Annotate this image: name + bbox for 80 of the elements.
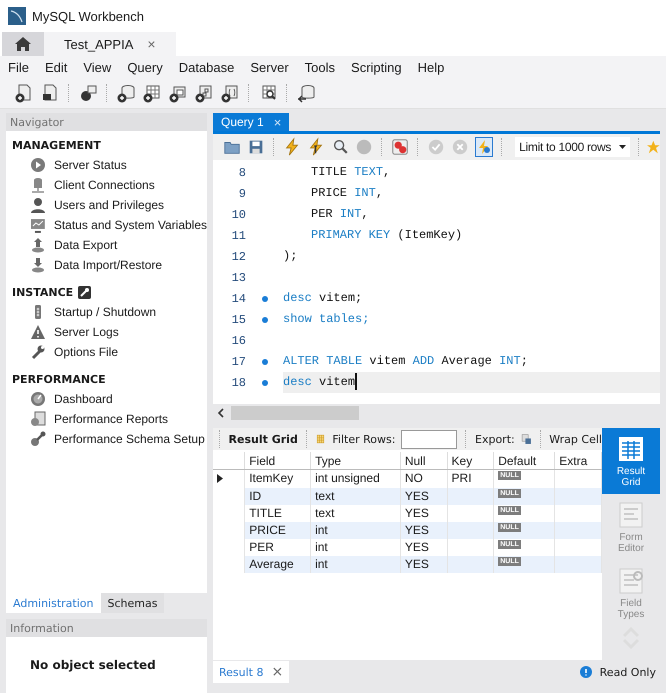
navigator-item[interactable]: Data Import/Restore xyxy=(12,255,207,275)
sidebar-tab[interactable]: Schemas xyxy=(100,593,164,613)
line-number: 8 xyxy=(238,166,246,180)
line-number: 12 xyxy=(230,250,246,264)
menu-item[interactable]: Tools xyxy=(304,60,336,74)
line-number: 18 xyxy=(230,376,246,390)
line-number: 17 xyxy=(230,354,246,368)
result-tab[interactable]: Result 8 × xyxy=(213,661,290,683)
code-line: TITLE TEXT, xyxy=(311,164,392,181)
menu-item[interactable]: File xyxy=(8,60,29,74)
table-cell: int unsigned xyxy=(315,471,380,485)
table-cell: Average xyxy=(249,557,294,571)
line-number: 16 xyxy=(230,334,246,348)
table-cell: PRI xyxy=(452,471,472,485)
menu-item[interactable]: Database xyxy=(178,60,234,74)
result-view-button[interactable]: Result Grid xyxy=(602,428,660,494)
table-cell: YES xyxy=(404,540,429,554)
table-cell: PRICE xyxy=(249,523,286,537)
navigator-item[interactable]: Dashboard xyxy=(12,389,207,409)
navigator-item[interactable]: Data Export xyxy=(12,235,207,255)
code-line: PER INT, xyxy=(311,206,370,223)
window-title: MySQL Workbench xyxy=(32,8,144,24)
code-line: PRICE INT, xyxy=(311,185,384,202)
section-title: MANAGEMENT xyxy=(12,138,101,152)
navigator-item[interactable]: Server Logs xyxy=(12,322,207,342)
navigator-item[interactable]: Client Connections xyxy=(12,175,207,195)
line-number: 15 xyxy=(230,312,246,326)
table-cell: YES xyxy=(404,489,429,503)
menu-item[interactable]: Query xyxy=(127,60,163,74)
table-cell: ItemKey xyxy=(249,471,294,485)
line-number: 13 xyxy=(230,270,246,284)
result-grid-label[interactable]: Result Grid xyxy=(228,432,298,446)
close-icon[interactable]: × xyxy=(271,664,284,680)
table-cell: PER xyxy=(249,540,274,554)
menu-item[interactable]: Edit xyxy=(44,60,68,74)
sidebar-tab[interactable]: Administration xyxy=(6,593,100,613)
section-title: PERFORMANCE xyxy=(12,372,106,386)
line-number: 9 xyxy=(238,186,246,200)
information-header: Information xyxy=(6,619,207,637)
close-icon[interactable]: × xyxy=(147,36,156,52)
navigator-header: Navigator xyxy=(6,113,207,131)
table-cell: text xyxy=(315,489,334,503)
code-line: show tables; xyxy=(283,311,370,328)
export-label: Export: xyxy=(475,432,515,446)
table-cell: int xyxy=(315,523,328,537)
table-cell: int xyxy=(315,557,328,571)
line-number: 11 xyxy=(230,228,246,242)
table-cell: text xyxy=(315,506,334,520)
menu-item[interactable]: View xyxy=(83,60,112,74)
code-line: ALTER TABLE vitem ADD Average INT; xyxy=(283,353,529,370)
line-number: 10 xyxy=(230,208,246,222)
limit-dropdown[interactable]: Limit to 1000 rows xyxy=(515,137,630,157)
menu-item[interactable]: Server xyxy=(250,60,289,74)
navigator-item[interactable]: Startup / Shutdown xyxy=(12,302,207,322)
connection-tab[interactable]: Test_APPIA × xyxy=(44,32,176,56)
query-tab[interactable]: Query 1 × xyxy=(213,113,290,131)
navigator-item[interactable]: Server Status xyxy=(12,155,207,175)
menu-item[interactable]: Scripting xyxy=(351,60,402,74)
table-cell: int xyxy=(315,540,328,554)
code-line: ); xyxy=(283,248,298,265)
navigator-item[interactable]: Status and System Variables xyxy=(12,215,207,235)
info-message: No object selected xyxy=(30,658,156,672)
table-cell: NO xyxy=(404,471,423,485)
table-cell: YES xyxy=(404,506,429,520)
wrap-cell-label[interactable]: Wrap Cell xyxy=(549,432,602,446)
table-cell: YES xyxy=(404,523,429,537)
code-line: desc vitem; xyxy=(283,290,364,307)
filter-label: Filter Rows: xyxy=(332,432,396,446)
navigator-item[interactable]: Users and Privileges xyxy=(12,195,207,215)
table-cell: TITLE xyxy=(249,506,282,520)
menu-item[interactable]: Help xyxy=(418,60,444,74)
table-cell: ID xyxy=(249,489,262,503)
navigator-item[interactable]: Options File xyxy=(12,342,207,362)
read-only-status: Read Only xyxy=(600,666,656,678)
line-number: 14 xyxy=(230,292,246,306)
navigator-item[interactable]: Performance Schema Setup xyxy=(12,429,207,449)
code-line: PRIMARY KEY (ItemKey) xyxy=(311,227,464,244)
navigator-item[interactable]: Performance Reports xyxy=(12,409,207,429)
section-title: INSTANCE xyxy=(12,286,74,298)
table-cell: YES xyxy=(404,557,429,571)
